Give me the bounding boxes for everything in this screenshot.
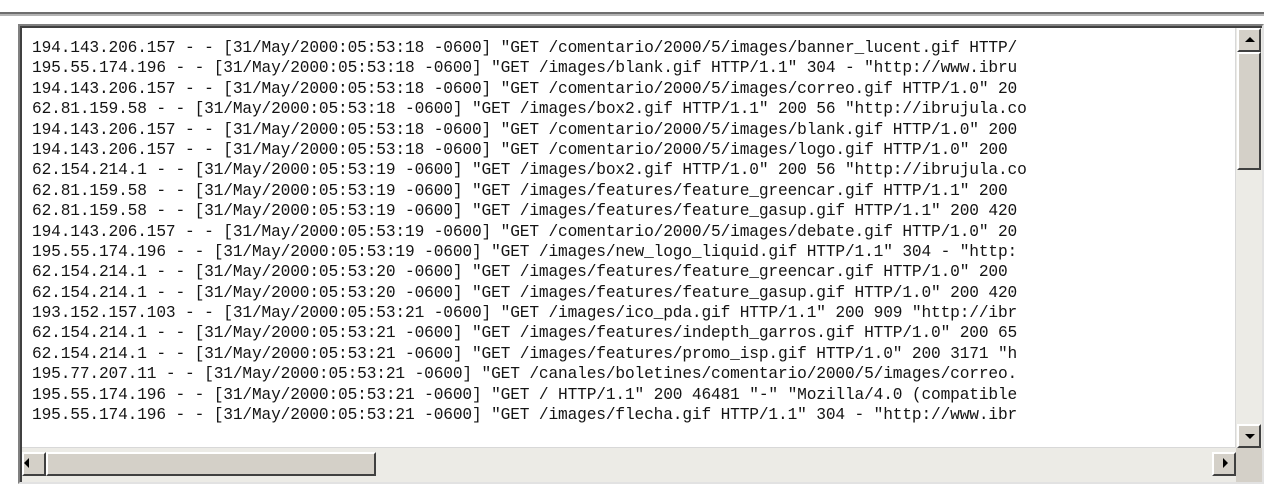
window-top-edge <box>0 0 1264 18</box>
log-line: 195.55.174.196 - - [31/May/2000:05:53:19… <box>32 242 1018 261</box>
log-line: 62.154.214.1 - - [31/May/2000:05:53:21 -… <box>32 324 1018 343</box>
scrollbar-corner <box>1236 448 1262 482</box>
scroll-right-button[interactable] <box>1212 452 1236 476</box>
log-line: 194.143.206.157 - - [31/May/2000:05:53:1… <box>32 79 1018 98</box>
horizontal-scrollbar[interactable] <box>22 447 1236 482</box>
log-viewer-inner: 194.143.206.157 - - [31/May/2000:05:53:1… <box>20 26 1262 482</box>
scroll-down-button[interactable] <box>1237 424 1261 448</box>
scroll-up-button[interactable] <box>1237 28 1261 52</box>
log-line: 62.154.214.1 - - [31/May/2000:05:53:21 -… <box>32 344 1018 363</box>
vertical-scroll-thumb[interactable] <box>1237 52 1261 170</box>
log-line: 195.55.174.196 - - [31/May/2000:05:53:21… <box>32 385 1018 404</box>
vertical-scrollbar[interactable] <box>1235 28 1262 448</box>
triangle-up-icon <box>1245 37 1255 42</box>
log-line: 193.152.157.103 - - [31/May/2000:05:53:2… <box>32 304 1018 323</box>
log-line: 194.143.206.157 - - [31/May/2000:05:53:1… <box>32 140 1008 159</box>
top-rule-light <box>0 14 1264 16</box>
scroll-left-button[interactable] <box>22 452 46 476</box>
horizontal-scroll-thumb[interactable] <box>46 452 376 476</box>
triangle-right-icon <box>1223 458 1228 468</box>
log-line: 194.143.206.157 - - [31/May/2000:05:53:1… <box>32 39 1018 57</box>
log-line: 195.55.174.196 - - [31/May/2000:05:53:18… <box>32 59 1018 78</box>
log-line: 194.143.206.157 - - [31/May/2000:05:53:1… <box>32 222 1018 241</box>
triangle-down-icon <box>1245 434 1255 439</box>
triangle-left-icon <box>24 458 29 468</box>
log-line: 62.154.214.1 - - [31/May/2000:05:53:19 -… <box>32 161 1027 180</box>
log-line: 195.77.207.11 - - [31/May/2000:05:53:21 … <box>32 365 1018 384</box>
log-line: 195.55.174.196 - - [31/May/2000:05:53:21… <box>32 406 1018 425</box>
log-line: 62.81.159.58 - - [31/May/2000:05:53:18 -… <box>32 100 1027 119</box>
log-line: 62.81.159.58 - - [31/May/2000:05:53:19 -… <box>32 202 1018 221</box>
log-line: 62.154.214.1 - - [31/May/2000:05:53:20 -… <box>32 283 1018 302</box>
log-line: 62.154.214.1 - - [31/May/2000:05:53:20 -… <box>32 263 1008 282</box>
log-text-area[interactable]: 194.143.206.157 - - [31/May/2000:05:53:1… <box>22 28 1230 448</box>
log-viewer-panel: 194.143.206.157 - - [31/May/2000:05:53:1… <box>18 24 1264 484</box>
log-line: 194.143.206.157 - - [31/May/2000:05:53:1… <box>32 120 1018 139</box>
log-line: 62.81.159.58 - - [31/May/2000:05:53:19 -… <box>32 181 1008 200</box>
